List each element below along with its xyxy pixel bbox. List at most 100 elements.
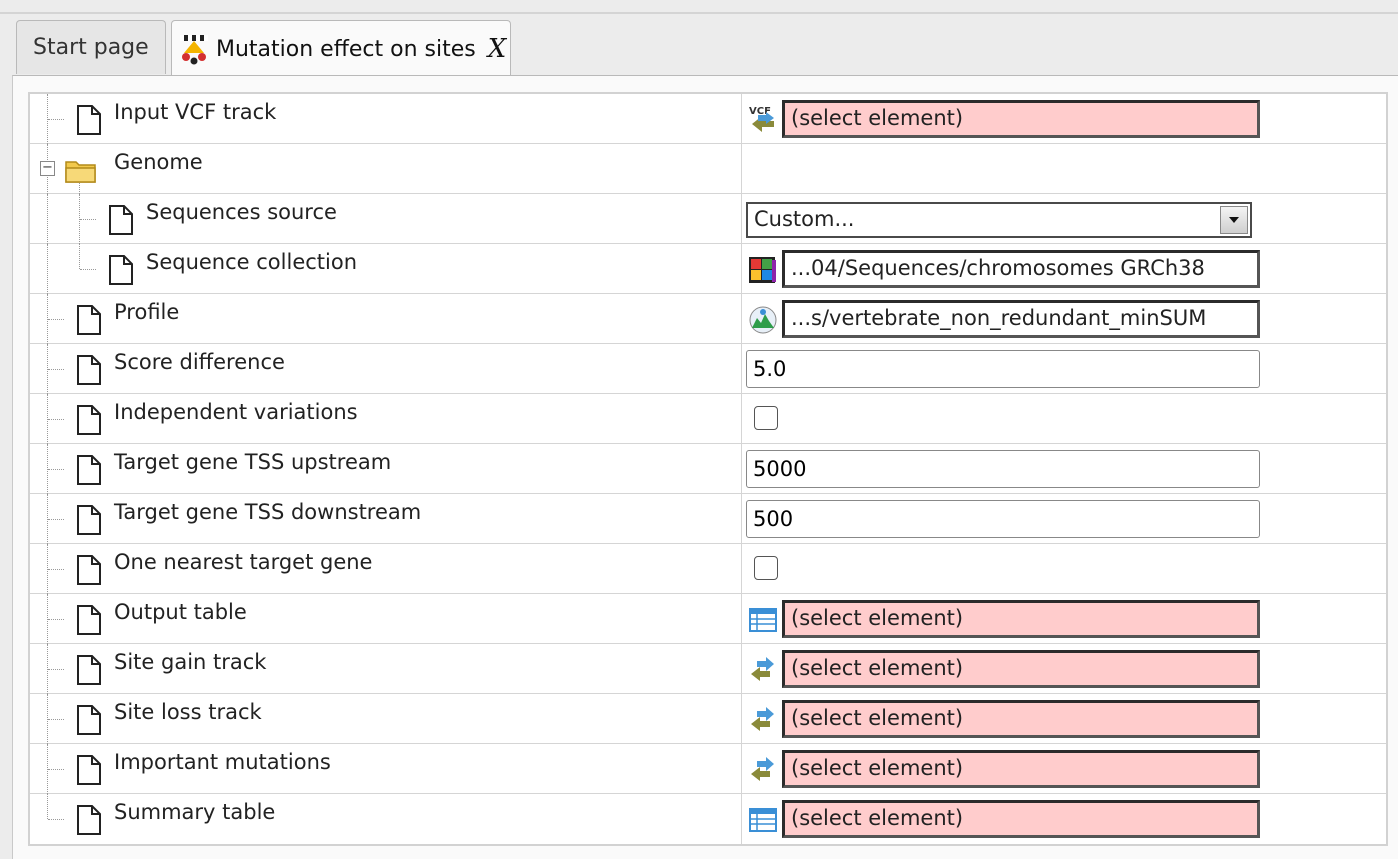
property-row-sequence-collection: Sequence collection ...04/Sequences/chrom… <box>30 244 1386 294</box>
property-value-cell <box>742 444 1386 494</box>
property-value-cell: ...s/vertebrate_non_redundant_minSUM <box>742 294 1386 344</box>
tree-line <box>47 194 48 244</box>
property-row-target-gene-tss-downstream: Target gene TSS downstream <box>30 494 1386 544</box>
score-difference-input[interactable] <box>746 350 1260 388</box>
tree-line <box>48 469 64 470</box>
document-icon <box>76 705 102 735</box>
property-label: Sequence collection <box>146 250 358 274</box>
sequence-collection-icon <box>748 254 778 284</box>
tree-line <box>48 419 64 420</box>
property-row-input-vcf-track: Input VCF track VCF (select element) <box>30 94 1386 144</box>
document-icon <box>76 305 102 335</box>
document-icon <box>76 805 102 835</box>
tab-start-page[interactable]: Start page <box>16 20 166 74</box>
property-row-site-loss-track: Site loss track (select element) <box>30 694 1386 744</box>
tree-line <box>48 569 64 570</box>
one-nearest-target-gene-checkbox[interactable] <box>754 556 778 580</box>
property-row-output-table: Output table (select element) <box>30 594 1386 644</box>
property-name-cell: Target gene TSS upstream <box>30 444 741 494</box>
property-row-important-mutations: Important mutations (select element) <box>30 744 1386 794</box>
property-label: Summary table <box>114 800 276 824</box>
track-icon <box>748 704 778 734</box>
summary-table-field[interactable]: (select element) <box>782 800 1260 838</box>
document-icon <box>76 655 102 685</box>
property-grid: Input VCF track VCF (select element) − Genom… <box>28 92 1388 846</box>
property-label: Independent variations <box>114 400 358 424</box>
property-value-cell <box>742 544 1386 594</box>
property-value-cell: (select element) <box>742 644 1386 694</box>
tab-label: Start page <box>33 35 149 60</box>
property-name-cell: Input VCF track <box>30 94 741 144</box>
sequence-collection-field[interactable]: ...04/Sequences/chromosomes GRCh38 <box>782 250 1260 288</box>
profile-icon <box>748 304 778 334</box>
document-icon <box>76 605 102 635</box>
property-row-score-difference: Score difference <box>30 344 1386 394</box>
dropdown-value: Custom... <box>754 207 855 231</box>
tab-bar-divider <box>0 12 1398 14</box>
target-gene-tss-downstream-input[interactable] <box>746 500 1260 538</box>
tree-line <box>48 769 64 770</box>
property-name-cell: Output table <box>30 594 741 644</box>
document-icon <box>108 205 134 235</box>
tree-line <box>80 219 96 220</box>
chevron-down-icon[interactable] <box>1220 206 1248 234</box>
tab-label: Mutation effect on sites <box>216 36 476 62</box>
profile-field[interactable]: ...s/vertebrate_non_redundant_minSUM <box>782 300 1260 338</box>
vcf-track-icon: VCF <box>748 104 778 134</box>
property-label: Site gain track <box>114 650 267 674</box>
property-value-cell: (select element) <box>742 694 1386 744</box>
property-name-cell: Target gene TSS downstream <box>30 494 741 544</box>
tree-line <box>48 669 64 670</box>
site-gain-track-field[interactable]: (select element) <box>782 650 1260 688</box>
document-icon <box>108 255 134 285</box>
property-label: Output table <box>114 600 247 624</box>
tree-line <box>48 319 64 320</box>
property-value-cell: ...04/Sequences/chromosomes GRCh38 <box>742 244 1386 294</box>
property-name-cell: Sequences source <box>30 194 741 244</box>
independent-variations-checkbox[interactable] <box>754 406 778 430</box>
tab-bar: Start page Mutation effect on sites X <box>0 0 1398 78</box>
property-value-cell <box>742 144 1386 194</box>
folder-icon <box>64 156 98 186</box>
property-value-cell: Custom... <box>742 194 1386 244</box>
property-label: Score difference <box>114 350 285 374</box>
tree-line <box>47 244 48 294</box>
tree-line <box>48 819 64 820</box>
tree-line <box>48 369 64 370</box>
property-name-cell: Site gain track <box>30 644 741 694</box>
tree-line <box>80 269 96 270</box>
tab-mutation-effect[interactable]: Mutation effect on sites X <box>171 20 511 77</box>
property-label: One nearest target gene <box>114 550 373 574</box>
sequences-source-dropdown[interactable]: Custom... <box>746 202 1252 238</box>
property-row-target-gene-tss-upstream: Target gene TSS upstream <box>30 444 1386 494</box>
tree-line <box>48 519 64 520</box>
important-mutations-field[interactable]: (select element) <box>782 750 1260 788</box>
property-value-cell: (select element) <box>742 594 1386 644</box>
property-name-cell: Independent variations <box>30 394 741 444</box>
track-icon <box>748 754 778 784</box>
property-label: Profile <box>114 300 180 324</box>
document-icon <box>76 505 102 535</box>
property-name-cell: Sequence collection <box>30 244 741 294</box>
property-value-cell: (select element) <box>742 794 1386 844</box>
property-value-cell <box>742 344 1386 394</box>
property-row-sequences-source: Sequences source Custom... <box>30 194 1386 244</box>
property-row-genome: − Genome <box>30 144 1386 194</box>
property-label: Important mutations <box>114 750 331 774</box>
input-vcf-track-field[interactable]: (select element) <box>782 100 1260 138</box>
property-label: Target gene TSS downstream <box>114 500 422 524</box>
collapse-toggle-icon[interactable]: − <box>40 161 55 176</box>
property-row-summary-table: Summary table (select element) <box>30 794 1386 844</box>
tree-line <box>47 794 48 819</box>
property-name-cell: − Genome <box>30 144 741 194</box>
property-label: Sequences source <box>146 200 337 224</box>
close-icon[interactable]: X <box>488 34 507 64</box>
site-loss-track-field[interactable]: (select element) <box>782 700 1260 738</box>
property-value-cell <box>742 494 1386 544</box>
property-name-cell: Score difference <box>30 344 741 394</box>
property-label: Target gene TSS upstream <box>114 450 392 474</box>
output-table-field[interactable]: (select element) <box>782 600 1260 638</box>
property-name-cell: Site loss track <box>30 694 741 744</box>
property-row-independent-variations: Independent variations <box>30 394 1386 444</box>
target-gene-tss-upstream-input[interactable] <box>746 450 1260 488</box>
